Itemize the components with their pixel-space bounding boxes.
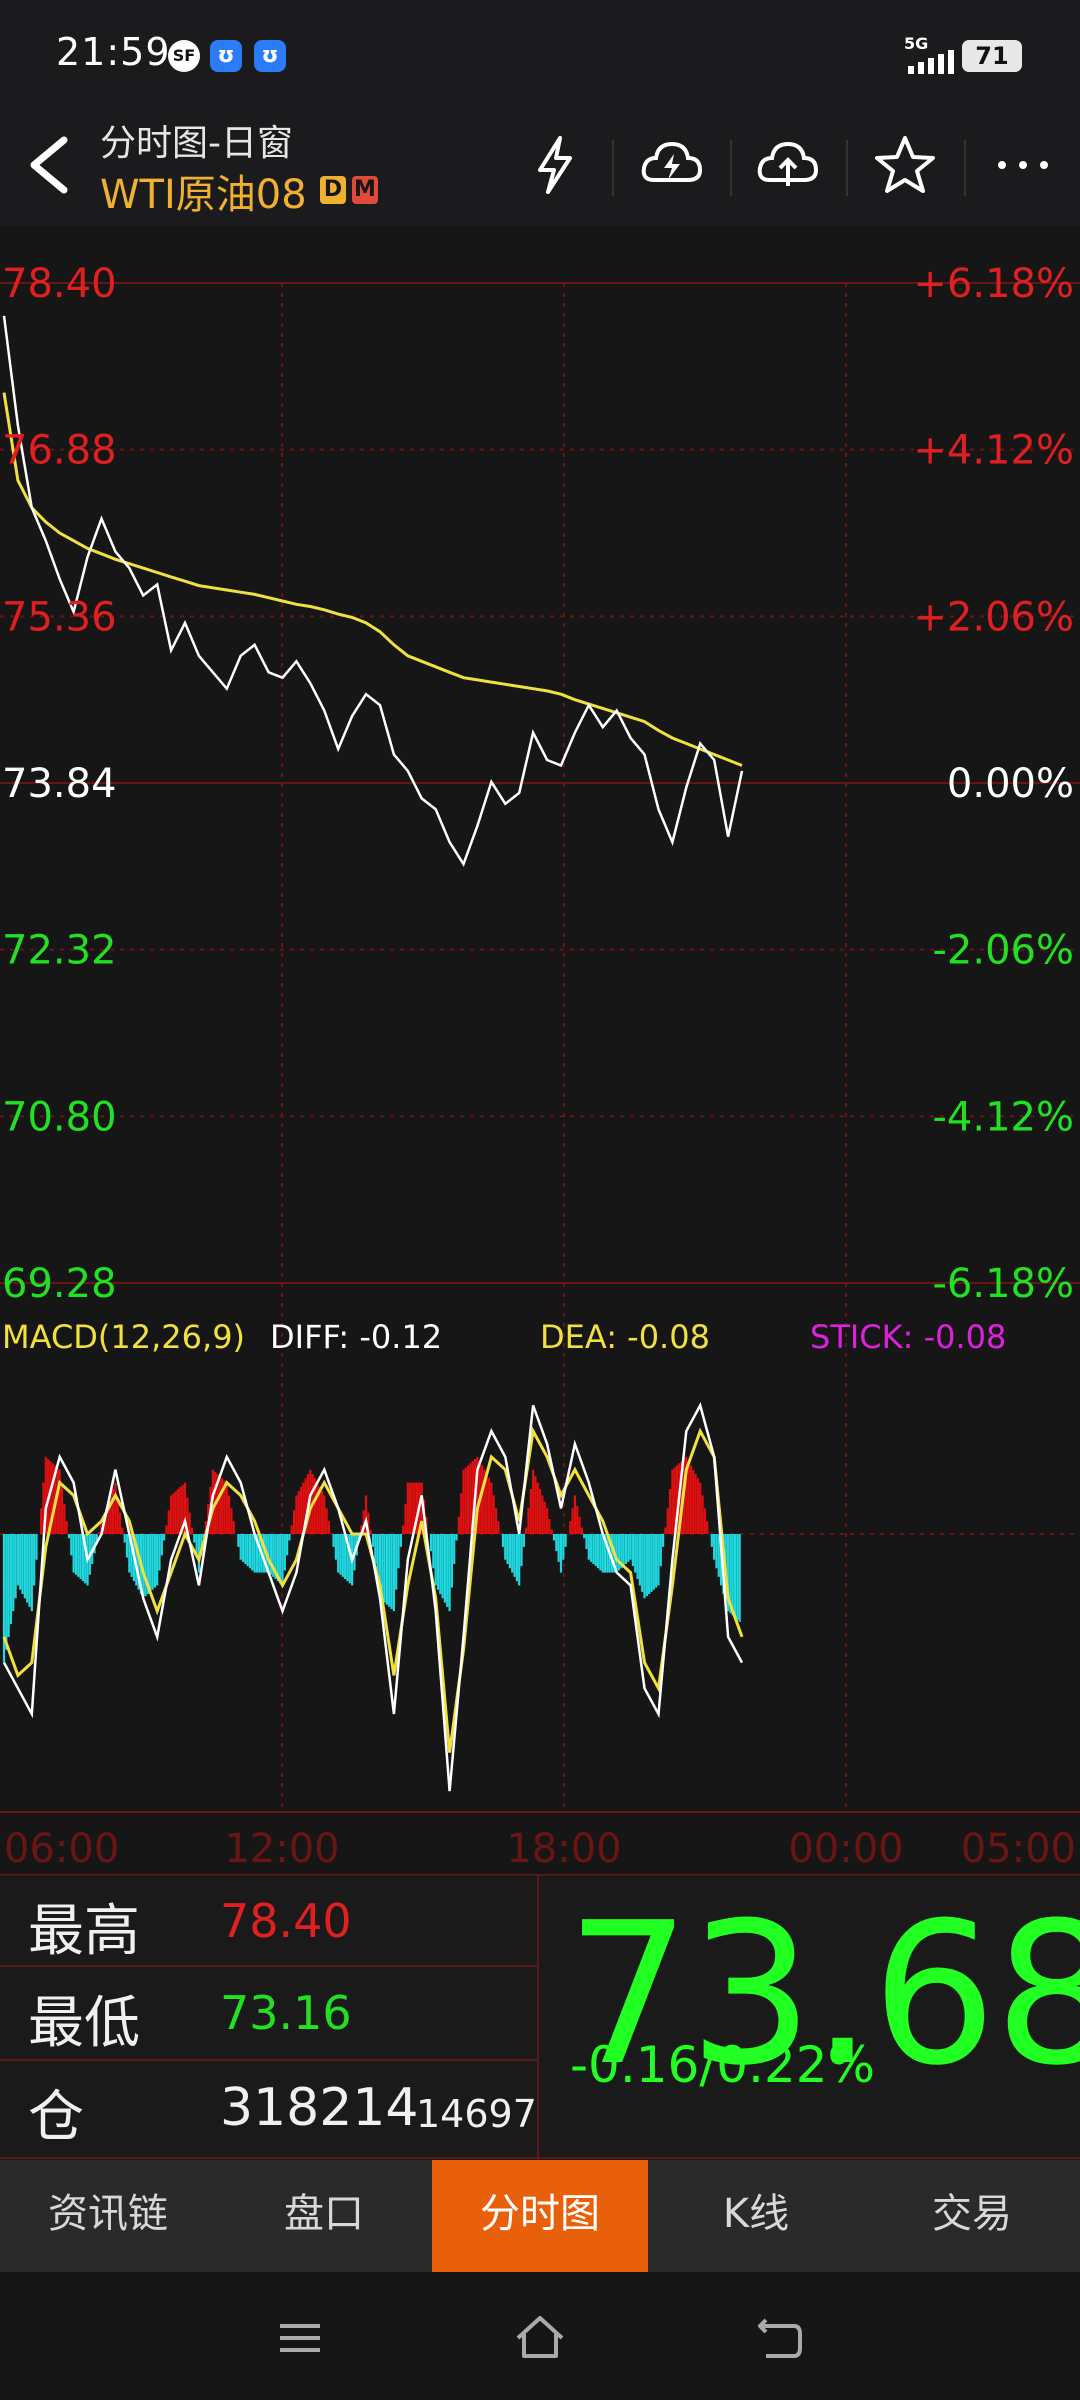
chart-grid (0, 282, 1080, 1813)
back-button[interactable] (18, 130, 78, 200)
price-change: -0.16/0.22% (570, 2036, 876, 2094)
header-divider (730, 140, 732, 196)
status-bar: 21:59 SF ʊ ʊ 5G 71 (0, 0, 1080, 110)
sf-express-icon: SF (168, 40, 200, 72)
star-icon[interactable] (870, 130, 940, 200)
percent-axis-label: -4.12% (932, 1094, 1074, 1140)
percent-axis-label: +4.12% (913, 428, 1074, 474)
time-axis-label: 18:00 (506, 1826, 621, 1872)
high-value: 78.40 (220, 1894, 352, 1948)
menu-icon[interactable] (270, 2308, 330, 2368)
time-axis-label: 06:00 (4, 1826, 119, 1872)
axis-labels: 78.40 +6.18% 76.88 +4.12% 75.36 +2.06% 73.84 0.… (2, 261, 1076, 1872)
macd-lines (2, 1402, 744, 1792)
diff-line (2, 1402, 744, 1792)
header-divider (846, 140, 848, 196)
percent-axis-label: -2.06% (932, 928, 1074, 974)
price-axis-label: 72.32 (2, 928, 117, 974)
clock: 21:59 (56, 30, 171, 74)
high-label: 最高 (28, 1899, 140, 1964)
cloud-upload-icon[interactable] (752, 130, 822, 200)
price-axis-label: 76.88 (2, 428, 117, 474)
day-badge: D (320, 176, 346, 204)
back-nav-icon[interactable] (750, 2308, 810, 2368)
time-axis-label: 12:00 (224, 1826, 339, 1872)
tab-kline[interactable]: K线 (648, 2160, 864, 2272)
percent-axis-label: 0.00% (947, 761, 1074, 807)
quote-panel: 最高 78.40 最低 73.16 仓 318214 14697 73.68 -… (0, 1874, 1080, 2160)
bottom-tab-bar: 资讯链 盘口 分时图 K线 交易 (0, 2160, 1080, 2272)
price-axis-label: 70.80 (2, 1094, 117, 1140)
page-title: 分时图-日窗 (100, 123, 293, 164)
open-interest-change: 14697 (416, 2092, 537, 2136)
low-label: 最低 (28, 1991, 140, 2056)
percent-axis-label: -6.18% (932, 1261, 1074, 1307)
app-notification-icon: ʊ (254, 40, 286, 72)
lightning-icon[interactable] (520, 130, 590, 200)
more-icon[interactable] (988, 130, 1058, 200)
main-contract-badge: M (352, 176, 378, 204)
tab-news-chain[interactable]: 资讯链 (0, 2160, 216, 2272)
time-axis-label: 00:00 (788, 1826, 903, 1872)
cloud-sync-icon[interactable] (636, 130, 706, 200)
macd-stick-value: STICK: -0.08 (810, 1318, 1006, 1356)
low-value: 73.16 (220, 1986, 352, 2040)
tab-intraday-chart[interactable]: 分时图 (432, 2160, 648, 2272)
home-icon[interactable] (510, 2308, 570, 2368)
price-axis-label: 75.36 (2, 594, 117, 640)
price-axis-label: 69.28 (2, 1261, 117, 1307)
signal-icon (908, 50, 954, 74)
tab-order-book[interactable]: 盘口 (216, 2160, 432, 2272)
chart-canvas[interactable]: 78.40 +6.18% 76.88 +4.12% 75.36 +2.06% 73.84 0.… (0, 226, 1080, 1874)
header-divider (964, 140, 966, 196)
time-axis-label: 05:00 (961, 1826, 1076, 1872)
header-divider (612, 140, 614, 196)
app-notification-icon: ʊ (210, 40, 242, 72)
open-interest-label: 仓 (28, 2085, 84, 2150)
macd-diff-value: DIFF: -0.12 (270, 1318, 442, 1356)
open-interest-value: 318214 (220, 2078, 419, 2138)
intraday-chart[interactable]: 78.40 +6.18% 76.88 +4.12% 75.36 +2.06% 73.84 0.… (0, 226, 1080, 1874)
instrument-name[interactable]: WTI原油08 (100, 162, 307, 220)
price-axis-label: 73.84 (2, 761, 117, 807)
macd-dea-value: DEA: -0.08 (540, 1318, 710, 1356)
price-axis-label: 78.40 (2, 261, 117, 307)
macd-title: MACD(12,26,9) (2, 1318, 245, 1356)
percent-axis-label: +2.06% (913, 594, 1074, 640)
tab-trade[interactable]: 交易 (864, 2160, 1080, 2272)
battery-icon: 71 (962, 40, 1022, 72)
percent-axis-label: +6.18% (913, 261, 1074, 307)
system-nav-bar (0, 2272, 1080, 2400)
app-header: 分时图-日窗 WTI原油08 D M (0, 110, 1080, 226)
